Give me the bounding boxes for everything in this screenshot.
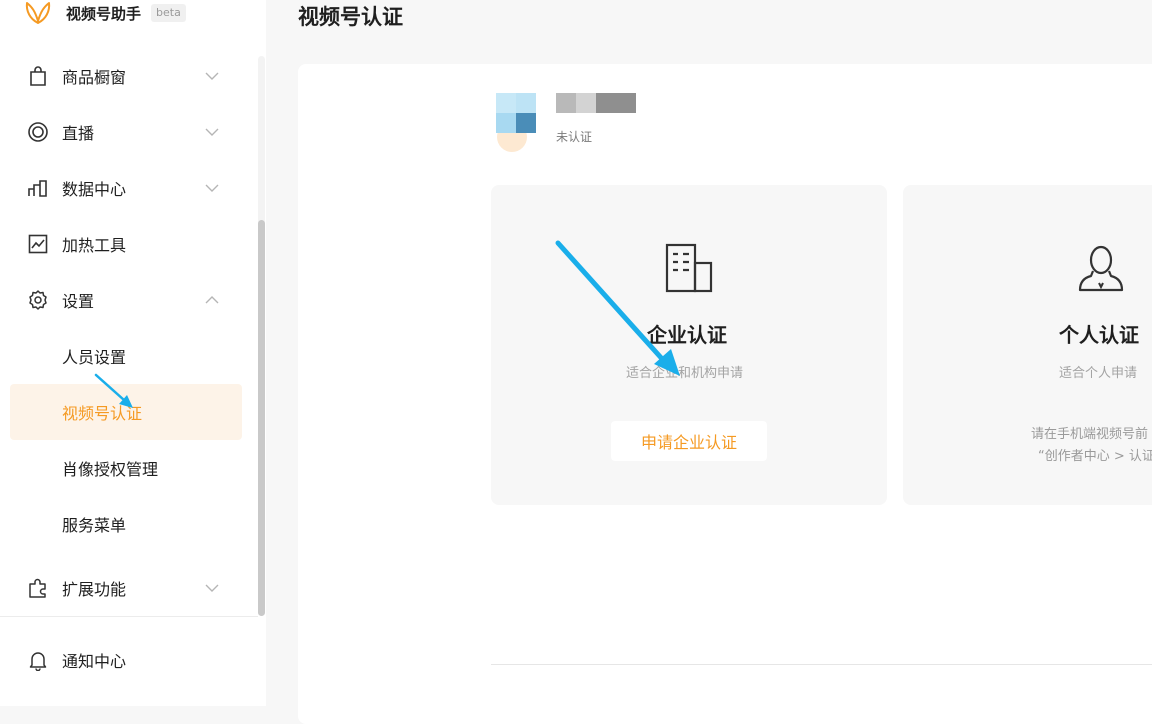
chevron-up-icon xyxy=(205,296,219,304)
gear-icon xyxy=(29,290,47,310)
sidebar-item-notifications[interactable]: 通知中心 xyxy=(10,632,242,688)
sidebar-item-data-center[interactable]: 数据中心 xyxy=(10,160,242,216)
personal-verification-card: 个人认证 适合个人申请 请在手机端视频号前 “创作者中心 > 认证 xyxy=(903,185,1152,505)
live-icon xyxy=(28,122,48,142)
sidebar-item-settings[interactable]: 设置 xyxy=(10,272,242,328)
sidebar-item-label: 加热工具 xyxy=(62,236,127,255)
sidebar: 视频号助手 beta 商品橱窗 直播 数据中心 加热工具 设置 人员设置 视频号… xyxy=(0,0,266,706)
enterprise-card-description: 适合企业和机构申请 xyxy=(626,366,744,381)
sidebar-item-live[interactable]: 直播 xyxy=(10,104,242,160)
content-divider xyxy=(491,664,1152,665)
shopping-bag-icon xyxy=(30,66,46,86)
sidebar-item-product-window[interactable]: 商品橱窗 xyxy=(10,48,242,104)
verification-status: 未认证 xyxy=(556,130,593,144)
sidebar-item-label: 直播 xyxy=(62,124,95,143)
chevron-down-icon xyxy=(205,184,219,192)
sidebar-item-extensions[interactable]: 扩展功能 xyxy=(10,560,242,616)
sidebar-subitem-service-menu[interactable]: 服务菜单 xyxy=(10,496,242,552)
sidebar-item-label: 人员设置 xyxy=(62,348,127,367)
sidebar-divider xyxy=(0,616,258,617)
chevron-down-icon xyxy=(205,72,219,80)
personal-card-title: 个人认证 xyxy=(1059,323,1139,347)
enterprise-verification-card: 企业认证 适合企业和机构申请 申请企业认证 xyxy=(491,185,887,505)
beta-badge: beta xyxy=(151,4,186,22)
chevron-down-icon xyxy=(205,128,219,136)
sidebar-item-label: 服务菜单 xyxy=(62,516,127,535)
sidebar-item-label: 扩展功能 xyxy=(62,580,127,599)
personal-card-description: 适合个人申请 xyxy=(1059,366,1138,381)
apply-enterprise-verification-button[interactable]: 申请企业认证 xyxy=(611,421,767,461)
personal-card-hint-line2: “创作者中心 > 认证 xyxy=(1038,449,1152,464)
trend-chart-icon xyxy=(28,234,48,254)
page-title: 视频号认证 xyxy=(298,5,403,29)
sidebar-subitem-channel-verification[interactable]: 视频号认证 xyxy=(10,384,242,440)
sidebar-scrollbar-thumb[interactable] xyxy=(258,220,265,616)
sidebar-item-label: 视频号认证 xyxy=(62,404,143,423)
sidebar-subitem-staff-settings[interactable]: 人员设置 xyxy=(10,328,242,384)
puzzle-icon xyxy=(29,578,46,598)
avatar xyxy=(496,93,536,152)
building-icon xyxy=(665,243,713,293)
sidebar-item-label: 设置 xyxy=(62,292,95,311)
sidebar-item-label: 肖像授权管理 xyxy=(62,460,159,479)
sidebar-subitem-portrait-authorization[interactable]: 肖像授权管理 xyxy=(10,440,242,496)
logo-icon xyxy=(25,2,51,24)
bell-icon xyxy=(29,652,47,671)
brand-name: 视频号助手 xyxy=(66,4,142,23)
enterprise-card-title: 企业认证 xyxy=(647,323,727,347)
sidebar-item-label: 商品橱窗 xyxy=(62,68,127,87)
sidebar-item-label: 数据中心 xyxy=(62,180,127,199)
personal-card-hint-line1: 请在手机端视频号前 xyxy=(1031,427,1149,442)
brand[interactable]: 视频号助手 beta xyxy=(24,0,186,26)
sidebar-item-boost-tools[interactable]: 加热工具 xyxy=(10,216,242,272)
sidebar-item-label: 通知中心 xyxy=(62,652,127,671)
chevron-down-icon xyxy=(205,584,219,592)
bar-chart-icon xyxy=(28,180,47,197)
account-name-redacted xyxy=(556,93,636,113)
person-icon xyxy=(1078,245,1124,292)
